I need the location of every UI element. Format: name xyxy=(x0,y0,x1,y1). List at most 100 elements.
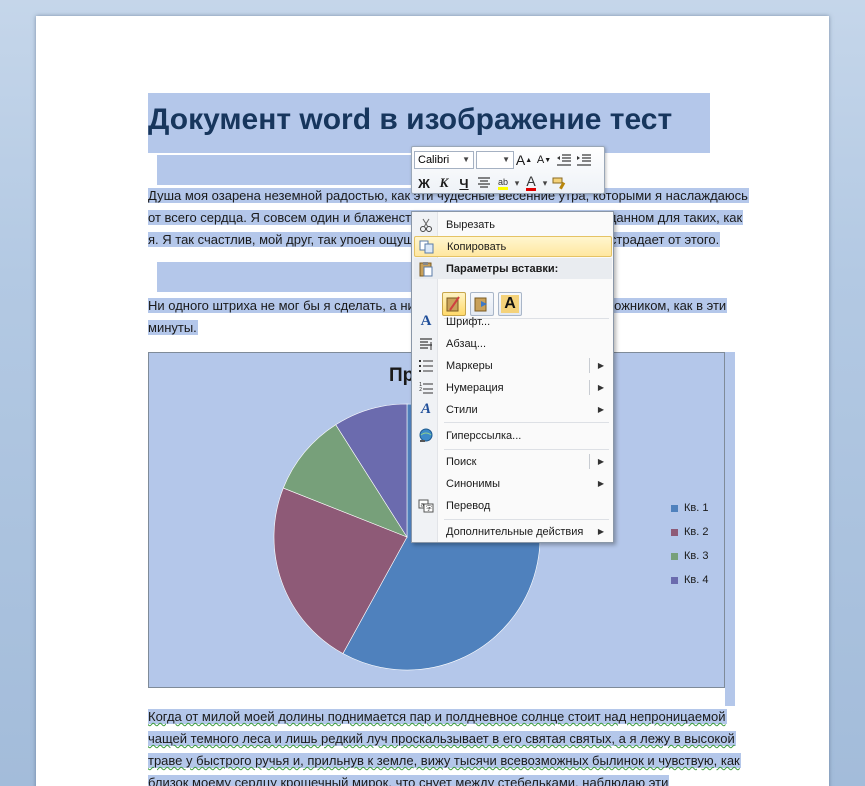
translate-icon: a字 xyxy=(418,499,434,512)
grow-font-button[interactable]: A ▲ xyxy=(514,150,534,170)
menu-item-label: Шрифт... xyxy=(446,315,491,328)
submenu-arrow-icon: ▶ xyxy=(597,479,604,488)
menu-item-label: Маркеры xyxy=(446,359,493,372)
italic-icon: К xyxy=(439,175,449,190)
submenu-arrow-icon: ▶ xyxy=(597,361,604,370)
font-name-value: Calibri xyxy=(418,154,450,166)
text-line: минуты. xyxy=(148,320,198,335)
chevron-down-icon: ▼ xyxy=(462,155,470,164)
underline-icon: Ч xyxy=(459,175,469,191)
font-icon: A xyxy=(420,313,432,329)
legend-label: Кв. 1 xyxy=(684,502,709,514)
highlight-icon: ab xyxy=(497,177,508,190)
menu-item-bullets[interactable]: Маркеры ▶ xyxy=(414,355,612,376)
legend-item: Кв. 4 xyxy=(671,568,708,592)
legend-swatch xyxy=(671,552,678,560)
align-center-icon xyxy=(478,177,490,188)
numbering-icon: 12 xyxy=(419,382,433,393)
context-menu: Вырезать Копировать Параметры вставки: A… xyxy=(411,211,614,543)
increase-indent-button[interactable] xyxy=(574,150,594,170)
decrease-indent-button[interactable] xyxy=(554,150,574,170)
chart-selection-edge xyxy=(725,352,735,706)
legend-item: Кв. 3 xyxy=(671,544,708,568)
text-line: чащей темного леса и лишь редкий луч про… xyxy=(148,731,736,746)
legend-label: Кв. 3 xyxy=(684,550,709,562)
submenu-arrow-icon: ▶ xyxy=(597,383,604,392)
hyperlink-icon xyxy=(419,428,433,442)
menu-header-paste-options: Параметры вставки: xyxy=(414,258,612,279)
menu-separator xyxy=(444,422,609,423)
menu-item-label: Стили xyxy=(446,403,478,416)
mini-toolbar: Calibri ▼ ▼ A ▲ A ▼ Ж К Ч ab ▾ A ▾ xyxy=(411,146,605,194)
underline-button[interactable]: Ч xyxy=(454,173,474,193)
submenu-arrow-icon: ▶ xyxy=(597,527,604,536)
menu-item-copy[interactable]: Копировать xyxy=(414,236,612,257)
legend-swatch xyxy=(671,504,678,512)
highlight-dropdown[interactable]: ▾ xyxy=(512,173,522,193)
font-color-button[interactable]: A xyxy=(522,173,540,193)
empty-line-selection xyxy=(157,262,411,292)
bold-button[interactable]: Ж xyxy=(414,173,434,193)
shrink-font-icon: A xyxy=(536,154,545,166)
styles-icon: A xyxy=(420,401,431,417)
legend-label: Кв. 4 xyxy=(684,574,709,586)
menu-item-label: Параметры вставки: xyxy=(446,262,559,275)
paragraph-3[interactable]: Когда от милой моей долины поднимается п… xyxy=(148,706,741,786)
split-separator xyxy=(589,454,590,469)
align-center-button[interactable] xyxy=(474,173,494,193)
format-painter-button[interactable] xyxy=(550,173,570,193)
menu-item-label: Нумерация xyxy=(446,381,504,394)
scissors-icon xyxy=(420,218,432,232)
chart-legend: Кв. 1 Кв. 2 Кв. 3 Кв. 4 xyxy=(671,496,708,592)
copy-icon xyxy=(419,240,434,253)
legend-item: Кв. 2 xyxy=(671,520,708,544)
menu-item-label: Копировать xyxy=(447,240,507,253)
italic-button[interactable]: К xyxy=(434,173,454,193)
menu-item-search[interactable]: Поиск ▶ xyxy=(414,451,612,472)
chevron-down-icon: ▼ xyxy=(502,155,510,164)
menu-item-styles[interactable]: A Стили ▶ xyxy=(414,399,612,420)
menu-separator xyxy=(444,449,609,450)
legend-swatch xyxy=(671,576,678,584)
paragraph-icon xyxy=(420,337,432,350)
menu-item-paragraph[interactable]: Абзац... xyxy=(414,333,612,354)
split-separator xyxy=(589,358,590,373)
text-line: Когда от милой моей долины поднимается п… xyxy=(148,709,727,724)
shrink-font-button[interactable]: A ▼ xyxy=(534,150,554,170)
paste-icon xyxy=(419,261,433,276)
submenu-arrow-icon: ▶ xyxy=(597,405,604,414)
font-color-dropdown[interactable]: ▾ xyxy=(540,173,550,193)
text-line: траве у быстрого ручья и, прильнув к зем… xyxy=(148,753,741,768)
format-painter-icon xyxy=(552,177,566,190)
font-name-combo[interactable]: Calibri ▼ xyxy=(414,151,474,169)
menu-item-label: Синонимы xyxy=(446,477,500,490)
menu-item-cut[interactable]: Вырезать xyxy=(414,214,612,235)
increase-indent-icon xyxy=(577,154,591,166)
menu-item-translate[interactable]: a字 Перевод xyxy=(414,495,612,516)
menu-item-label: Поиск xyxy=(446,455,477,468)
menu-item-label: Вырезать xyxy=(446,218,495,231)
submenu-arrow-icon: ▶ xyxy=(597,457,604,466)
menu-item-additional-actions[interactable]: Дополнительные действия ▶ xyxy=(414,521,612,542)
legend-swatch xyxy=(671,528,678,536)
menu-separator xyxy=(444,519,609,520)
split-separator xyxy=(589,380,590,395)
document-title[interactable]: Документ word в изображение тест xyxy=(148,93,710,151)
svg-text:2: 2 xyxy=(419,387,422,393)
menu-item-label: Абзац... xyxy=(446,337,487,350)
legend-item: Кв. 1 xyxy=(671,496,708,520)
decrease-indent-icon xyxy=(557,154,571,166)
menu-item-label: Дополнительные действия xyxy=(446,525,584,538)
menu-item-font[interactable]: A Шрифт... xyxy=(414,311,612,332)
menu-item-hyperlink[interactable]: Гиперссылка... xyxy=(414,425,612,446)
font-size-combo[interactable]: ▼ xyxy=(476,151,514,169)
bullets-icon xyxy=(419,359,433,372)
menu-item-synonyms[interactable]: Синонимы ▶ xyxy=(414,473,612,494)
grow-font-icon: A xyxy=(515,152,526,168)
menu-item-label: Перевод xyxy=(446,499,491,512)
highlight-button[interactable]: ab xyxy=(494,173,512,193)
legend-label: Кв. 2 xyxy=(684,526,709,538)
menu-item-numbering[interactable]: 12 Нумерация ▶ xyxy=(414,377,612,398)
bold-icon: Ж xyxy=(418,175,430,191)
empty-line-selection xyxy=(157,155,411,185)
